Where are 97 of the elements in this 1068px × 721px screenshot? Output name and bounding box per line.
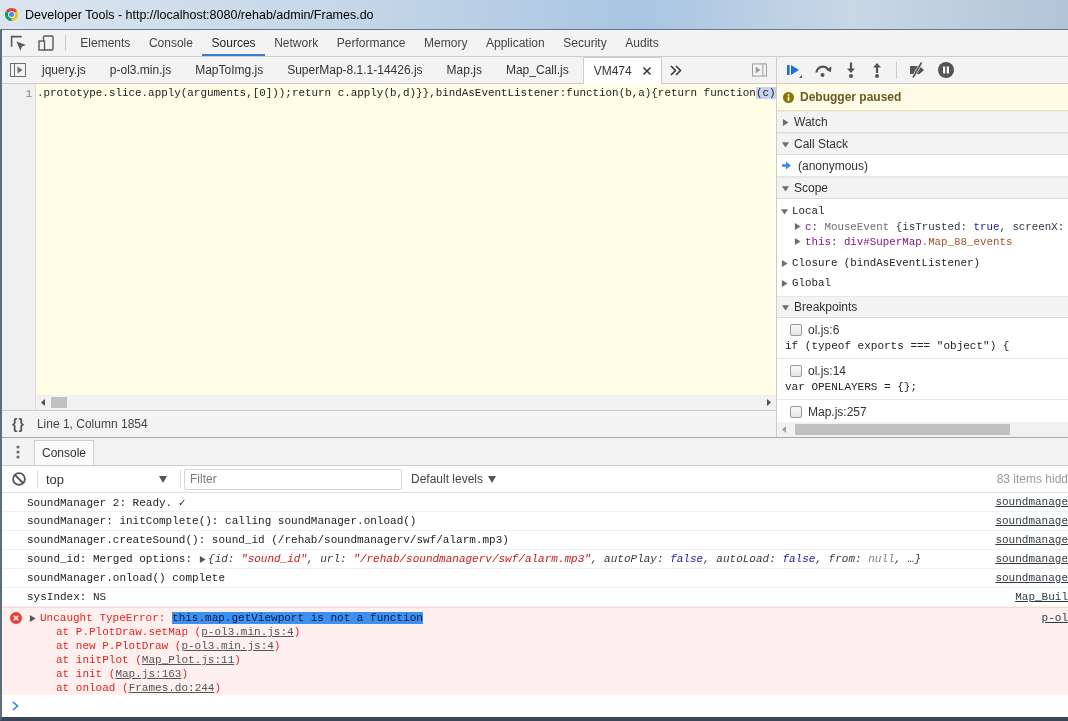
panel-tab[interactable]: Elements — [71, 30, 140, 56]
file-tab[interactable]: SuperMap-8.1.1-14426.js — [275, 57, 435, 83]
current-frame-arrow-icon — [782, 161, 791, 170]
panel-tab[interactable]: Application — [476, 30, 555, 56]
file-tab[interactable]: p-ol3.min.js — [97, 57, 184, 83]
pretty-print-button[interactable]: {} — [10, 416, 27, 432]
scope-property[interactable]: this: div#SuperMap.Map_88_events — [777, 234, 1068, 249]
chrome-logo-icon — [4, 7, 19, 22]
source-link[interactable]: p-ol — [1041, 612, 1068, 624]
log-message: soundManager.onload() complete — [27, 572, 226, 584]
panel-tab[interactable]: Console — [139, 30, 203, 56]
caret-icon — [488, 475, 497, 483]
step-out-icon[interactable] — [870, 62, 884, 78]
navigator-toggle-icon[interactable] — [10, 63, 26, 77]
breakpoint-code: var OPENLAYERS = {}; — [784, 380, 919, 395]
breakpoint-checkbox[interactable] — [790, 365, 802, 377]
section-header[interactable]: Call Stack — [777, 133, 1068, 155]
panel-tab[interactable]: Memory — [414, 30, 477, 56]
panel-tab[interactable]: Audits — [616, 30, 668, 56]
info-icon — [783, 91, 794, 103]
source-link[interactable]: Map.js:163 — [115, 668, 182, 680]
breakpoint-checkbox[interactable] — [790, 406, 802, 418]
sidebar-toggle-icon[interactable] — [752, 63, 767, 77]
deactivate-breakpoints-icon[interactable] — [909, 62, 926, 78]
panel-tab[interactable]: Network — [264, 30, 328, 56]
filter-field[interactable]: Filter — [184, 468, 402, 490]
log-levels-dropdown[interactable]: Default levels — [402, 472, 497, 486]
panel-tab[interactable]: Performance — [327, 30, 415, 56]
expand-triangle-icon[interactable] — [199, 555, 207, 563]
source-link[interactable]: Frames.do:244 — [128, 682, 215, 694]
error-text: Uncaught TypeError: this.map.getViewport is not a function — [40, 612, 423, 624]
scroll-left-icon[interactable] — [41, 399, 45, 406]
source-link[interactable]: Map_Buil — [1015, 591, 1068, 603]
stack-frame: at P.PlotDraw.setMap (p-ol3.min.js:4) — [40, 625, 301, 639]
cursor-position: Line 1, Column 1854 — [36, 417, 148, 431]
file-tab[interactable]: Map_Call.js — [493, 57, 581, 83]
source-link[interactable]: soundmanage — [995, 572, 1068, 584]
window-title: Developer Tools - http://localhost:8080/rehab/admin/Frames.do — [25, 7, 374, 22]
pause-icon[interactable] — [938, 62, 954, 78]
file-tab[interactable]: MapToImg.js — [183, 57, 276, 83]
menu-icon[interactable] — [16, 444, 20, 459]
horizontal-scrollbar[interactable] — [777, 422, 1068, 437]
file-tab[interactable]: jquery.js — [30, 57, 98, 83]
source-link[interactable]: soundmanage — [995, 496, 1068, 508]
source-link[interactable]: soundmanage — [995, 553, 1068, 565]
prompt-icon — [12, 701, 19, 711]
log-message: soundManager.createSound(): sound_id (/rehab/soundmanagerv/swf/alarm.mp3) — [27, 534, 509, 546]
breakpoint-location[interactable]: ol.js:6 — [808, 323, 840, 337]
source-link[interactable]: p-ol3.min.js:4 — [181, 640, 274, 652]
panel-tab[interactable]: Sources — [202, 30, 265, 56]
error-icon — [10, 612, 22, 624]
source-link[interactable]: Map_Plot.js:11 — [141, 654, 235, 666]
step-over-icon[interactable] — [814, 62, 832, 78]
resume-icon[interactable] — [786, 62, 802, 78]
scrollbar-thumb[interactable] — [795, 424, 1010, 435]
scope-item[interactable]: Closure (bindAsEventListener) — [777, 253, 1068, 273]
file-tab[interactable]: Map.js — [434, 57, 494, 83]
scope-item[interactable]: Local — [777, 201, 1068, 221]
source-link[interactable]: p-ol3.min.js:4 — [201, 626, 294, 638]
section-header[interactable]: Breakpoints — [777, 296, 1068, 318]
breakpoint-code: if (typeof exports === "object") { — [784, 339, 1011, 354]
source-link[interactable]: soundmanage — [995, 515, 1068, 527]
clear-console-icon[interactable] — [12, 472, 26, 486]
object-preview[interactable]: {id: "sound_id", url: "/rehab/soundmanagerv/swf/alarm.mp3", autoPlay: false, autoLoad: false, from: null, …} — [208, 553, 921, 565]
scrollbar-thumb[interactable] — [51, 397, 67, 408]
stack-frame: at init (Map.js:163) — [40, 667, 189, 681]
context-selector[interactable]: top — [38, 468, 176, 490]
breakpoint-location[interactable]: ol.js:14 — [808, 364, 847, 378]
caret-icon — [159, 475, 167, 483]
scope-item[interactable]: Global — [777, 273, 1068, 293]
file-tab[interactable]: VM474 — [582, 57, 662, 84]
stack-frame: at onload (Frames.do:244) — [40, 681, 222, 695]
expand-triangle-icon[interactable] — [29, 614, 36, 622]
code-line: .prototype.slice.apply(arguments,[0]));return c.apply(b,d)}},bindAsEventListener:function(b,a){return function(c) — [36, 86, 776, 101]
scope-property[interactable]: c: MouseEvent {isTrusted: true, screenX: — [777, 219, 1068, 234]
stack-frame: at new P.PlotDraw (p-ol3.min.js:4) — [40, 639, 281, 653]
breakpoint-checkbox[interactable] — [790, 324, 802, 336]
breakpoint-location[interactable]: Map.js:257 — [808, 405, 867, 419]
log-message: sound_id: Merged options: — [27, 553, 193, 565]
drawer-tab[interactable]: Console — [34, 440, 95, 465]
close-icon[interactable] — [641, 66, 652, 76]
hidden-items-count: 83 items hidd — [996, 472, 1068, 486]
scroll-right-icon[interactable] — [767, 399, 771, 406]
section-header[interactable]: Scope — [777, 177, 1068, 199]
log-message: sysIndex: NS — [27, 591, 107, 603]
device-icon[interactable] — [38, 35, 54, 51]
source-link[interactable]: soundmanage — [995, 534, 1068, 546]
log-message: soundManager: initComplete(): calling soundManager.onload() — [27, 515, 417, 527]
stack-frame: at initPlot (Map_Plot.js:11) — [40, 653, 241, 667]
panel-tab[interactable]: Security — [554, 30, 616, 56]
horizontal-scrollbar[interactable] — [36, 395, 776, 410]
log-message: SoundManager 2: Ready. ✓ — [27, 495, 186, 509]
section-header[interactable]: Watch — [777, 111, 1068, 133]
line-number: 1 — [25, 87, 33, 102]
paused-message: Debugger paused — [800, 90, 902, 104]
more-tabs-icon[interactable] — [669, 64, 682, 76]
inspect-element-icon[interactable] — [10, 34, 27, 52]
